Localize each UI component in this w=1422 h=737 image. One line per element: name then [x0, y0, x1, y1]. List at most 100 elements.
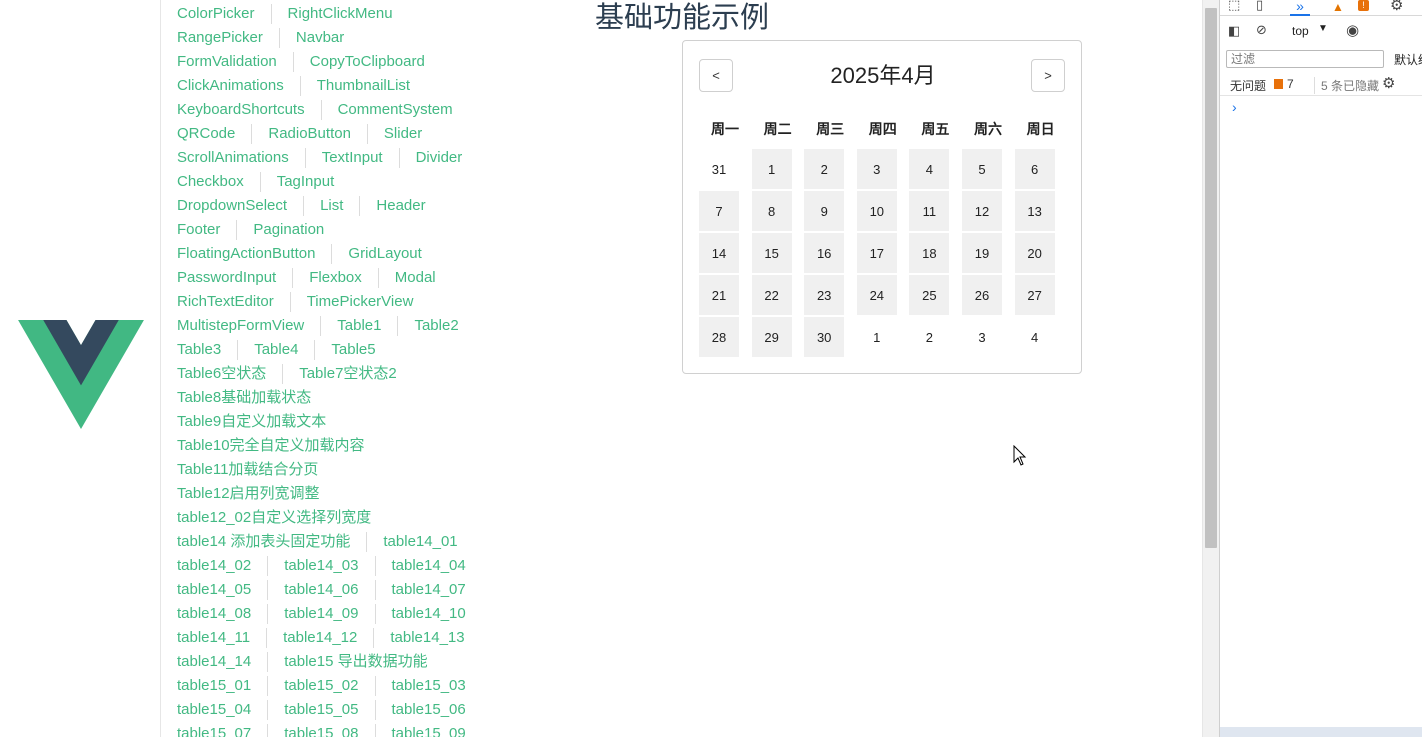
- nav-link[interactable]: Table2: [397, 316, 474, 336]
- nav-link[interactable]: ClickAnimations: [161, 76, 300, 96]
- nav-link[interactable]: CopyToClipboard: [292, 52, 441, 72]
- nav-link[interactable]: Pagination: [236, 220, 340, 240]
- nav-link[interactable]: table14_01: [366, 532, 473, 552]
- nav-link[interactable]: table15_07: [161, 724, 267, 737]
- console-settings-icon[interactable]: ⚙: [1382, 74, 1395, 92]
- nav-link[interactable]: table12_02自定义选择列宽度: [161, 508, 387, 528]
- prev-month-button[interactable]: <: [699, 59, 733, 92]
- eye-icon[interactable]: ◉: [1346, 21, 1359, 39]
- nav-link[interactable]: Footer: [161, 220, 236, 240]
- nav-link[interactable]: Table8基础加载状态: [161, 388, 327, 408]
- nav-link[interactable]: Table3: [161, 340, 237, 360]
- nav-link[interactable]: Table5: [314, 340, 391, 360]
- calendar-day[interactable]: 16: [804, 233, 845, 273]
- calendar-day-outside[interactable]: 4: [1015, 317, 1055, 357]
- nav-link[interactable]: table14_10: [374, 604, 482, 624]
- nav-link[interactable]: Slider: [366, 124, 438, 144]
- nav-link[interactable]: Table11加载结合分页: [161, 460, 334, 480]
- page-scrollbar[interactable]: [1202, 0, 1219, 737]
- nav-link[interactable]: DropdownSelect: [161, 196, 303, 216]
- calendar-day[interactable]: 10: [856, 191, 897, 231]
- nav-link[interactable]: table14 添加表头固定功能: [161, 532, 366, 552]
- nav-link[interactable]: RadioButton: [251, 124, 367, 144]
- nav-link[interactable]: Table6空状态: [161, 364, 282, 384]
- nav-link[interactable]: RangePicker: [161, 28, 279, 48]
- next-month-button[interactable]: >: [1031, 59, 1065, 92]
- nav-link[interactable]: table14_13: [373, 628, 480, 648]
- nav-link[interactable]: Table7空状态2: [282, 364, 413, 384]
- nav-link[interactable]: RichTextEditor: [161, 292, 290, 312]
- nav-link[interactable]: GridLayout: [331, 244, 437, 264]
- calendar-day[interactable]: 9: [804, 191, 845, 231]
- calendar-day[interactable]: 11: [909, 191, 950, 231]
- nav-link[interactable]: QRCode: [161, 124, 251, 144]
- nav-link[interactable]: Table4: [237, 340, 314, 360]
- nav-link[interactable]: table14_08: [161, 604, 267, 624]
- nav-link[interactable]: table15_08: [267, 724, 374, 737]
- calendar-day[interactable]: 4: [909, 149, 950, 189]
- calendar-day[interactable]: 25: [909, 275, 950, 315]
- context-selector[interactable]: top: [1292, 24, 1309, 38]
- issues-count[interactable]: 7: [1287, 77, 1294, 91]
- console-prompt-chevron-icon[interactable]: ›: [1232, 99, 1237, 115]
- scrollbar-thumb[interactable]: [1205, 8, 1217, 548]
- nav-link[interactable]: TextInput: [304, 148, 399, 168]
- calendar-day[interactable]: 19: [962, 233, 1002, 273]
- nav-link[interactable]: FloatingActionButton: [161, 244, 331, 264]
- nav-link[interactable]: TagInput: [259, 172, 351, 192]
- nav-link[interactable]: ThumbnailList: [299, 76, 426, 96]
- calendar-day[interactable]: 15: [751, 233, 792, 273]
- console-filter-input[interactable]: 过滤: [1226, 50, 1384, 68]
- nav-link[interactable]: table15_05: [267, 700, 374, 720]
- nav-link[interactable]: table14_12: [266, 628, 373, 648]
- calendar-day[interactable]: 8: [751, 191, 792, 231]
- inspect-element-icon[interactable]: ⬚: [1228, 0, 1240, 13]
- more-tabs-icon[interactable]: »: [1290, 0, 1310, 16]
- calendar-day[interactable]: 2: [804, 149, 845, 189]
- nav-link[interactable]: table14_09: [267, 604, 374, 624]
- nav-link[interactable]: Table10完全自定义加载内容: [161, 436, 381, 456]
- nav-link[interactable]: table15_03: [374, 676, 482, 696]
- calendar-day[interactable]: 18: [909, 233, 950, 273]
- calendar-day[interactable]: 27: [1014, 275, 1055, 315]
- calendar-day[interactable]: 17: [856, 233, 897, 273]
- settings-gear-icon[interactable]: ⚙: [1390, 0, 1403, 14]
- device-toolbar-icon[interactable]: ▯: [1256, 0, 1263, 13]
- nav-link[interactable]: Table1: [320, 316, 397, 336]
- calendar-day[interactable]: 7: [699, 191, 739, 231]
- calendar-day-outside[interactable]: 31: [699, 149, 739, 189]
- nav-link[interactable]: List: [303, 196, 359, 216]
- nav-link[interactable]: ScrollAnimations: [161, 148, 305, 168]
- nav-link[interactable]: Divider: [398, 148, 479, 168]
- nav-link[interactable]: table14_05: [161, 580, 267, 600]
- nav-link[interactable]: RightClickMenu: [270, 4, 409, 24]
- nav-link[interactable]: table14_11: [161, 628, 266, 648]
- sidebar-toggle-icon[interactable]: ◧: [1228, 23, 1240, 39]
- nav-link[interactable]: table14_06: [267, 580, 374, 600]
- nav-link[interactable]: Navbar: [278, 28, 360, 48]
- nav-link[interactable]: Table9自定义加载文本: [161, 412, 342, 432]
- nav-link[interactable]: ColorPicker: [161, 4, 271, 24]
- calendar-day[interactable]: 1: [751, 149, 792, 189]
- calendar-day[interactable]: 28: [699, 317, 739, 357]
- calendar-day[interactable]: 23: [804, 275, 845, 315]
- nav-link[interactable]: CommentSystem: [320, 100, 469, 120]
- calendar-day[interactable]: 22: [751, 275, 792, 315]
- log-levels-dropdown[interactable]: 默认级: [1394, 51, 1422, 68]
- nav-link[interactable]: table15_01: [161, 676, 267, 696]
- nav-link[interactable]: table15_09: [374, 724, 482, 737]
- nav-link[interactable]: table14_03: [267, 556, 374, 576]
- calendar-day[interactable]: 5: [962, 149, 1002, 189]
- calendar-day-outside[interactable]: 2: [909, 317, 949, 357]
- calendar-day[interactable]: 13: [1014, 191, 1055, 231]
- nav-link[interactable]: Modal: [377, 268, 452, 288]
- calendar-day[interactable]: 29: [751, 317, 792, 357]
- calendar-day[interactable]: 30: [804, 317, 845, 357]
- calendar-day[interactable]: 21: [699, 275, 739, 315]
- calendar-day[interactable]: 14: [699, 233, 739, 273]
- calendar-day[interactable]: 24: [856, 275, 897, 315]
- nav-link[interactable]: table14_04: [374, 556, 482, 576]
- clear-console-icon[interactable]: ⊘: [1256, 22, 1267, 38]
- issue-flag-icon[interactable]: !: [1358, 0, 1369, 11]
- nav-link[interactable]: Table12启用列宽调整: [161, 484, 336, 504]
